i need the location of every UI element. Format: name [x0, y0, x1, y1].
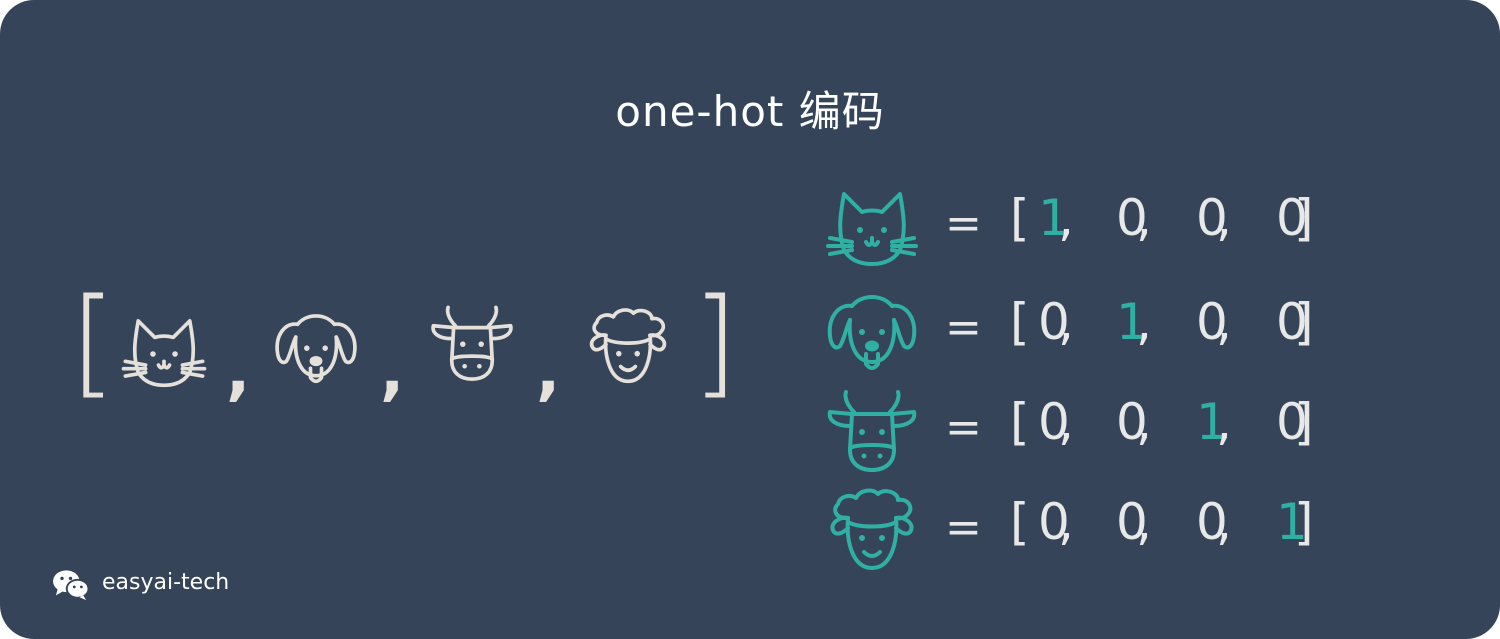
vector-comma: ,: [1136, 189, 1152, 247]
separator: ,: [380, 335, 405, 409]
sheep-icon: [582, 304, 674, 396]
equals-sign: =: [945, 402, 982, 453]
close-bracket: ]: [692, 272, 739, 410]
vector-close-bracket: ]: [1294, 393, 1314, 451]
cow-icon: [820, 384, 924, 484]
encoding-row-cat: = [1, 0, 0, 0]: [820, 180, 1340, 280]
vector-open-bracket: [: [1010, 293, 1030, 351]
vector-close-bracket: ]: [1294, 293, 1314, 351]
vector-comma: ,: [1216, 393, 1232, 451]
diagram-card: one-hot 编码 [ , , ,] = [1 , 0 , 0 , 0]…: [0, 0, 1500, 639]
vector-comma: ,: [1216, 493, 1232, 551]
equals-sign: =: [945, 198, 982, 249]
open-bracket: [: [70, 272, 117, 410]
wechat-icon: [52, 568, 90, 602]
vector-open-bracket: [: [1010, 189, 1030, 247]
diagram-title: one-hot 编码: [615, 87, 885, 136]
vector-close-bracket: ]: [1294, 493, 1314, 551]
brand-label: easyai-tech: [102, 570, 230, 595]
equals-sign: =: [945, 502, 982, 553]
separator: ,: [226, 335, 251, 409]
dog-icon: [270, 304, 362, 396]
vector-open-bracket: [: [1010, 393, 1030, 451]
vector-comma: ,: [1136, 393, 1152, 451]
vector-comma: ,: [1216, 189, 1232, 247]
vector-comma: ,: [1058, 493, 1074, 551]
vector-comma: ,: [1136, 493, 1152, 551]
cat-icon: [820, 180, 924, 280]
sheep-icon: [820, 484, 924, 584]
equals-sign: =: [945, 302, 982, 353]
vector-comma: ,: [1058, 293, 1074, 351]
encoding-row-cow: = [0, 0, 1, 0]: [820, 384, 1340, 484]
vector-comma: ,: [1136, 293, 1152, 351]
vector-comma: ,: [1058, 189, 1074, 247]
encoding-row-dog: = [0, 1, 0, 0]: [820, 284, 1340, 384]
separator: ,: [536, 335, 561, 409]
vector-close-bracket: ]: [1294, 189, 1314, 247]
vector-open-bracket: [: [1010, 493, 1030, 551]
vector-comma: ,: [1058, 393, 1074, 451]
cow-icon: [426, 300, 518, 392]
encoding-row-sheep: = [0, 0, 0, 1]: [820, 484, 1340, 584]
vector-comma: ,: [1216, 293, 1232, 351]
cat-icon: [118, 308, 210, 400]
dog-icon: [820, 284, 924, 384]
